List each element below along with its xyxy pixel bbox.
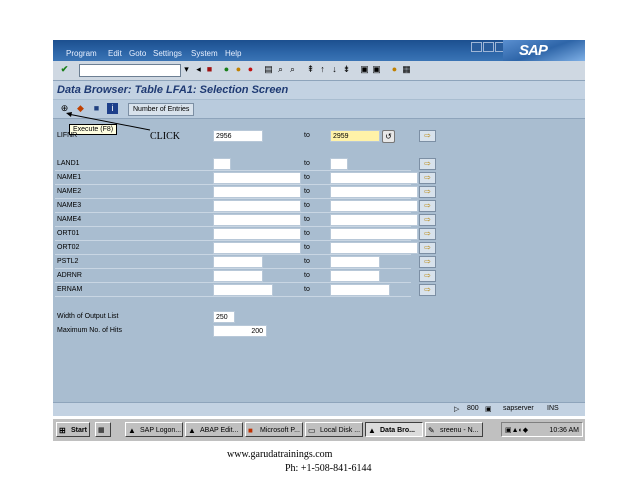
- desktop-icon: ▦: [98, 427, 105, 434]
- task-notepad[interactable]: ✎ sreenu - N...: [425, 422, 483, 437]
- footer-phone: Ph: +1-508-841-6144: [285, 463, 372, 474]
- powerpoint-icon: ■: [248, 426, 253, 435]
- task-microsoft-powerpoint[interactable]: ■ Microsoft P...: [245, 422, 303, 437]
- arrow-line: [67, 113, 151, 131]
- notepad-icon: ✎: [428, 426, 435, 435]
- sap-icon: ▲: [368, 426, 376, 435]
- disk-icon: ▭: [308, 426, 316, 435]
- sap-icon: ▲: [188, 426, 196, 435]
- task-data-browser[interactable]: ▲ Data Bro...: [365, 422, 423, 437]
- windows-logo-icon: ⊞: [59, 426, 66, 435]
- sap-icon: ▲: [128, 426, 136, 435]
- quicklaunch-desktop[interactable]: ▦: [95, 422, 111, 437]
- annotation-arrow: [66, 112, 151, 131]
- system-tray: ▣▲◐◆ 10:36 AM: [501, 422, 583, 437]
- task-local-disk[interactable]: ▭ Local Disk ...: [305, 422, 363, 437]
- windows-taskbar: ⊞ Start ▦ ▲ SAP Logon... ▲ ABAP Edit... ■ Mi…: [53, 418, 585, 441]
- tray-icons: ▣▲◐◆: [505, 427, 529, 434]
- clock: 10:36 AM: [549, 427, 579, 434]
- start-button[interactable]: ⊞ Start: [56, 422, 90, 437]
- task-sap-logon[interactable]: ▲ SAP Logon...: [125, 422, 183, 437]
- task-abap-editor[interactable]: ▲ ABAP Edit...: [185, 422, 243, 437]
- footer-website: www.garudatrainings.com: [227, 449, 333, 460]
- arrow-head: [66, 112, 72, 117]
